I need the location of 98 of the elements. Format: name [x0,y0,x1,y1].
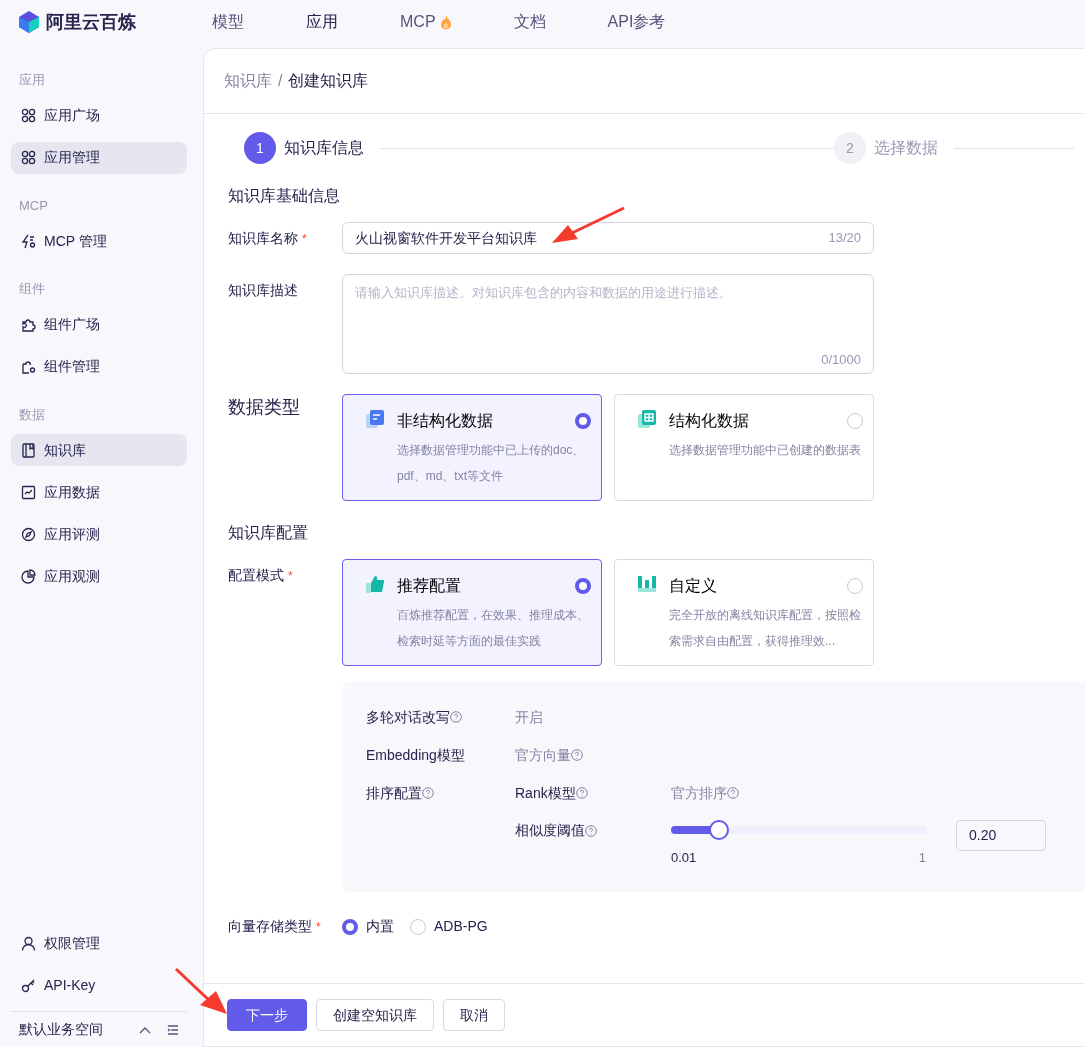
section-title: 数据 [18,405,46,424]
nav-tab[interactable]: 文档 [504,10,555,34]
user-icon [21,935,36,951]
sidebar-item[interactable]: 组件管理 [11,350,187,383]
setting-value: 开启 [515,707,543,727]
radio-option[interactable]: ADB-PG [410,916,488,937]
next-button[interactable]: 下一步 [227,999,307,1031]
step-number: 2 [834,132,866,164]
radio-icon [847,413,863,429]
slider-thumb[interactable] [709,820,730,840]
name-input-field[interactable]: 火山视窗软件开发平台知识库 13/20 [342,222,874,254]
chart-icon [21,484,36,500]
nav-tab[interactable]: API参考 [598,10,675,34]
section-title: 知识库配置 [228,523,309,543]
sidebar-item[interactable]: MCP 管理 [11,225,187,257]
section-title: MCP [18,196,49,215]
slider-max-label: 1 [918,849,926,867]
table-icon [637,409,657,429]
option-title: 自定义 [669,576,717,596]
radio-icon [575,413,591,429]
help-icon [575,787,588,799]
menu-button[interactable] [167,1024,179,1035]
action-button[interactable]: 创建空知识库 [316,999,434,1031]
sidebar-item[interactable]: 组件广场 [11,308,187,341]
nav-tab[interactable]: 模型 [203,10,253,34]
compass-icon [21,526,36,542]
workspace-name: 默认业务空间 [19,1020,104,1039]
step-number: 1 [244,132,276,164]
key-icon [21,977,36,993]
sidebar-item[interactable]: 知识库 [11,434,187,466]
option-description: 选择数据管理功能中已上传的doc、pdf、md、txt等文件 [397,442,586,485]
pie-chart-icon [21,568,36,584]
option-card[interactable]: 推荐配置 百炼推荐配置，在效果、推理成本、检索时延等方面的最佳实践 [342,559,602,666]
sidebar-item[interactable]: 应用观测 [11,560,187,592]
help-icon [422,787,434,799]
help-icon [571,749,583,761]
section-title: 组件 [18,280,46,298]
help-icon [585,824,597,837]
collapse-button[interactable] [139,1025,151,1034]
breadcrumb-separator: / [278,71,283,91]
sidebar-item[interactable]: API-Key [11,969,187,1001]
action-button[interactable]: 取消 [443,999,505,1031]
logo-icon [18,10,40,34]
nav-tab[interactable]: MCP [391,10,461,34]
help-icon [727,787,739,799]
field-label: 知识库名称 [228,230,298,246]
setting-value: 官方向量 [515,745,571,765]
thumbs-up-icon [365,574,385,594]
setting-label: 多轮对话改写 [366,707,450,727]
sidebar-item[interactable]: 应用数据 [11,476,187,508]
setting-label: 排序配置 [366,783,422,803]
field-label: 数据类型 [228,397,300,417]
radio-option[interactable]: 内置 [342,916,394,937]
option-card[interactable]: 自定义 完全开放的离线知识库配置，按照检索需求自由配置，获得推理效... [614,559,874,666]
radio-icon [847,578,863,594]
slider-min-label: 0.01 [671,849,697,867]
nav-tab[interactable]: 应用 [297,10,347,34]
option-description: 百炼推荐配置，在效果、推理成本、检索时延等方面的最佳实践 [397,607,590,650]
menu-icon [167,1024,179,1035]
setting-value: 官方排序 [671,783,727,803]
section-title: 知识库基础信息 [228,186,341,206]
option-title: 结构化数据 [669,411,749,431]
option-title: 推荐配置 [397,576,461,596]
bars-icon [637,574,657,594]
option-description: 完全开放的离线知识库配置，按照检索需求自由配置，获得推理效... [669,607,862,650]
character-count: 0/1000 [820,350,861,369]
breadcrumb-link[interactable]: 知识库 [224,69,272,93]
required-mark: * [302,232,307,246]
sidebar-item[interactable]: 权限管理 [11,927,187,959]
sidebar-item[interactable]: 应用广场 [11,99,187,132]
option-card[interactable]: 结构化数据 选择数据管理功能中已创建的数据表 [614,394,874,501]
document-icon [365,409,385,429]
field-label: 向量存储类型 [228,918,312,934]
required-mark: * [288,569,293,583]
radio-icon [575,578,591,594]
option-card[interactable]: 非结构化数据 选择数据管理功能中已上传的doc、pdf、md、txt等文件 [342,394,602,501]
setting-label: 相似度阈值 [515,821,585,840]
required-mark: * [316,920,321,934]
setting-label: Embedding模型 [366,745,465,765]
sidebar-item[interactable]: 应用评测 [11,518,187,550]
sidebar-item[interactable]: 应用管理 [11,141,187,174]
chevron-up-icon [139,1025,151,1034]
logo-text: 阿里云百炼 [46,10,136,34]
option-description: 选择数据管理功能中已创建的数据表 [669,442,862,459]
character-count: 13/20 [828,229,861,248]
field-label: 知识库描述 [228,282,298,298]
step-label: 知识库信息 [284,138,364,158]
breadcrumb-current: 创建知识库 [288,71,369,91]
threshold-input-field[interactable]: 0.20 [956,820,1046,851]
option-title: 非结构化数据 [397,411,493,431]
section-title: 应用 [18,71,46,89]
setting-label: Rank模型 [515,783,576,803]
step-label: 选择数据 [874,138,938,158]
grid-icon [21,150,36,165]
book-icon [21,442,36,458]
help-icon [450,711,462,723]
field-label: 配置模式 [228,567,284,583]
grid-icon [21,108,36,123]
